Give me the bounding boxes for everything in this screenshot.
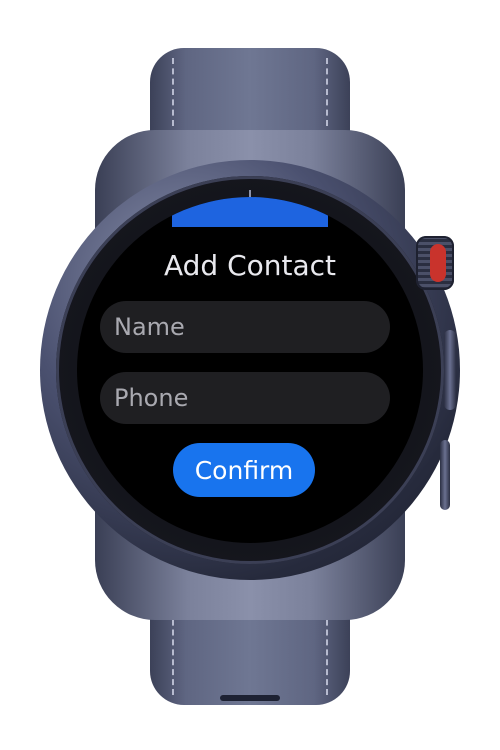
smartwatch-device: Add Contact Confirm [0,0,500,750]
strap-hole [220,695,280,701]
name-input[interactable] [100,301,390,353]
top-indicator-bar [172,197,328,227]
watch-screen: Add Contact Confirm [77,197,423,543]
crown-red-ring [430,244,446,282]
confirm-button[interactable]: Confirm [173,443,315,497]
side-button-lower[interactable] [440,440,450,510]
page-title: Add Contact [163,249,337,282]
phone-input[interactable] [100,372,390,424]
side-button-upper[interactable] [444,330,456,410]
